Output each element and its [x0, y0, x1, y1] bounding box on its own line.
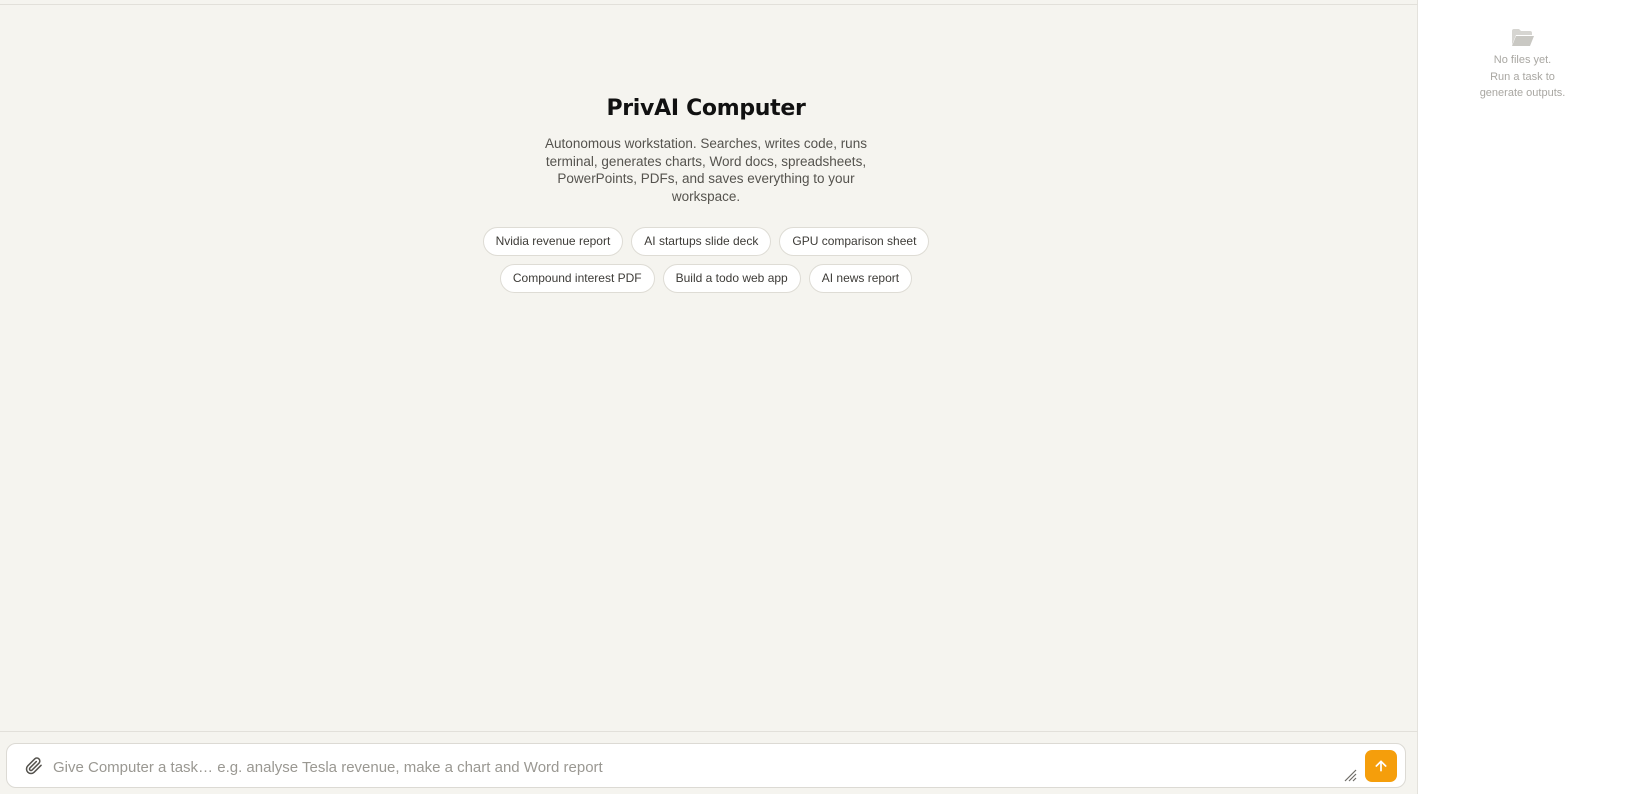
- empty-message-line-3: generate outputs.: [1479, 87, 1566, 99]
- files-panel: No files yet. Run a task to generate out…: [1419, 0, 1626, 794]
- welcome-hero: PrivAI Computer Autonomous workstation. …: [0, 96, 1412, 301]
- folder-open-icon: [1511, 29, 1534, 46]
- suggestion-row-1: Nvidia revenue report AI startups slide …: [0, 227, 1412, 256]
- files-empty-state: No files yet. Run a task to generate out…: [1419, 28, 1626, 102]
- empty-message-line-2: Run a task to: [1490, 70, 1555, 83]
- workspace-main: PrivAI Computer Autonomous workstation. …: [0, 0, 1418, 794]
- suggestion-nvidia-revenue-report[interactable]: Nvidia revenue report: [482, 227, 624, 256]
- task-composer: [6, 743, 1406, 788]
- send-button[interactable]: [1365, 750, 1397, 782]
- suggestion-chips: Nvidia revenue report AI startups slide …: [0, 227, 1412, 293]
- empty-message-line-1: No files yet.: [1493, 54, 1552, 66]
- task-input[interactable]: [53, 754, 1343, 780]
- suggestion-build-todo-web-app[interactable]: Build a todo web app: [662, 264, 801, 293]
- suggestion-row-2: Compound interest PDF Build a todo web a…: [0, 264, 1412, 293]
- suggestion-compound-interest-pdf[interactable]: Compound interest PDF: [499, 264, 655, 293]
- top-divider: [0, 4, 1418, 5]
- composer-divider: [0, 731, 1418, 732]
- page-title: PrivAI Computer: [606, 96, 806, 121]
- arrow-up-icon: [1375, 760, 1387, 772]
- page-description: Autonomous workstation. Searches, writes…: [545, 136, 867, 204]
- paperclip-icon[interactable]: [25, 757, 43, 775]
- suggestion-ai-startups-slide-deck[interactable]: AI startups slide deck: [631, 227, 772, 256]
- resize-handle-icon[interactable]: [1343, 768, 1357, 782]
- suggestion-gpu-comparison-sheet[interactable]: GPU comparison sheet: [779, 227, 930, 256]
- suggestion-ai-news-report[interactable]: AI news report: [808, 264, 913, 293]
